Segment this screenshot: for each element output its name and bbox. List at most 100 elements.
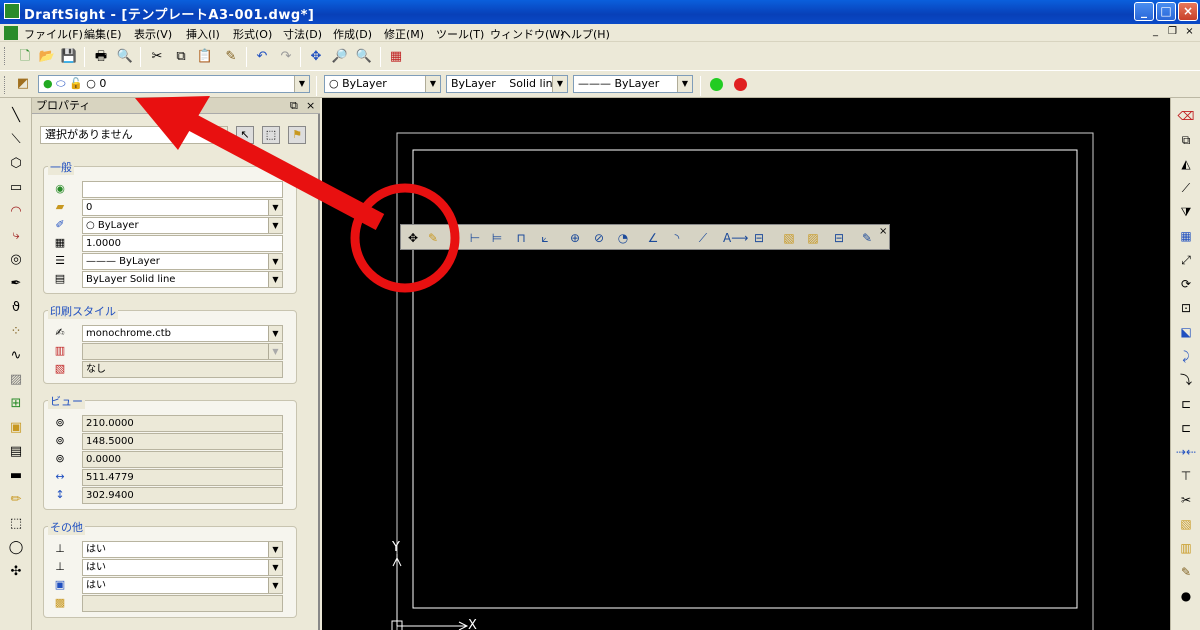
chevron-down-icon[interactable]: ▼	[268, 326, 282, 341]
continue-dimension-icon[interactable]: ⊓	[511, 228, 531, 248]
edit-polyline-icon[interactable]: ▥	[1175, 538, 1197, 558]
panel-float-icon[interactable]: ⧉	[290, 98, 298, 113]
menu-format[interactable]: 形式(O)	[233, 26, 272, 42]
spline-icon[interactable]: ✒	[6, 274, 26, 294]
ucs-icon-origin-field[interactable]: はい ▼	[82, 559, 283, 576]
chevron-down-icon[interactable]: ▼	[677, 76, 692, 92]
toolbar-grip[interactable]	[4, 47, 7, 65]
menu-modify[interactable]: 修正(M)	[384, 26, 424, 42]
chevron-down-icon[interactable]: ▼	[268, 272, 282, 287]
print-icon[interactable]: 🖶	[92, 48, 110, 66]
lineweight-field[interactable]: ——— ByLayer ▼	[82, 253, 283, 270]
revision-cloud-icon[interactable]: ⬚	[6, 514, 26, 534]
menu-view[interactable]: 表示(V)	[134, 26, 172, 42]
copy-icon[interactable]: ⧉	[172, 48, 190, 66]
mdi-minimize-button[interactable]: _	[1148, 25, 1163, 40]
menu-window[interactable]: ウィンドウ(W)	[490, 26, 564, 42]
edit-text-icon[interactable]: ✎	[1175, 562, 1197, 582]
undo-icon[interactable]: ↶	[253, 48, 271, 66]
new-file-icon[interactable]: 🗋	[16, 48, 34, 66]
fillet-icon[interactable]: ✂	[1175, 490, 1197, 510]
center-z-field[interactable]: 0.0000	[82, 451, 283, 468]
move-grip-icon[interactable]: ✥	[403, 228, 423, 248]
toolbar-grip[interactable]	[4, 76, 7, 94]
save-icon[interactable]: 💾	[60, 48, 78, 66]
color-field[interactable]	[82, 181, 283, 198]
layer-field[interactable]: 0 ▼	[82, 199, 283, 216]
minimize-button[interactable]: _	[1134, 2, 1154, 21]
chevron-down-icon[interactable]: ▼	[212, 127, 227, 143]
paste-icon[interactable]: 📋	[196, 48, 214, 66]
rotate-icon[interactable]: ⟳	[1175, 274, 1197, 294]
floating-dimension-toolbar[interactable]: ✥ ✎ ⟋ ⊢ ⊨ ⊓ ⟀ ⊕ ⊘ ◔ ∠ ◝ ⟋ A⟶ ⊟ ▧ ▨ ⊟ ✎ ×	[400, 224, 890, 250]
chevron-down-icon[interactable]: ▼	[268, 344, 282, 359]
chevron-down-icon[interactable]: ▼	[425, 76, 440, 92]
aligned-dimension-icon[interactable]: ⟋	[445, 228, 465, 248]
linetype-combo[interactable]: ByLayer Solid line ▼	[446, 75, 568, 93]
mdi-close-button[interactable]: ×	[1182, 25, 1197, 40]
arc-length-icon[interactable]: ◝	[667, 228, 687, 248]
chevron-down-icon[interactable]: ▼	[268, 560, 282, 575]
float-toolbar-close-icon[interactable]: ×	[879, 226, 887, 237]
open-folder-icon[interactable]: 📂	[38, 48, 56, 66]
menu-edit[interactable]: 編集(E)	[84, 26, 122, 42]
explode-icon[interactable]: ▧	[1175, 514, 1197, 534]
chevron-down-icon[interactable]: ▼	[268, 200, 282, 215]
chevron-down-icon[interactable]: ▼	[268, 578, 282, 593]
leader-icon[interactable]: ⟋	[693, 228, 713, 248]
radius-dimension-icon[interactable]: ◔	[613, 228, 633, 248]
chamfer-icon[interactable]: ⊏	[1175, 418, 1197, 438]
dimension-style-icon[interactable]: ▧	[779, 228, 799, 248]
print-style-field[interactable]: ▼	[82, 343, 283, 360]
zoom-previous-icon[interactable]: 🔍	[355, 48, 373, 66]
rectangle-icon[interactable]: ▭	[6, 178, 26, 198]
update-dimension-icon[interactable]: ⊟	[829, 228, 849, 248]
lineweight-combo[interactable]: ——— ByLayer ▼	[573, 75, 693, 93]
chevron-down-icon[interactable]: ▼	[268, 542, 282, 557]
layer-manager-icon[interactable]: ◩	[14, 75, 32, 93]
linecolor-field[interactable]: ○ ByLayer ▼	[82, 217, 283, 234]
insert-block-icon[interactable]: ⊞	[6, 394, 26, 414]
angular-dimension-icon[interactable]: ∠	[643, 228, 663, 248]
toggle-pickadd-icon[interactable]: ↖	[236, 126, 254, 144]
polygon-icon[interactable]: ⬡	[6, 154, 26, 174]
layer-combo[interactable]: ● ⬭ 🔓 ○ 0 ▼	[38, 75, 310, 93]
color-combo[interactable]: ○ ByLayer ▼	[324, 75, 441, 93]
properties-palette-icon[interactable]: ▦	[387, 48, 405, 66]
copy-entity-icon[interactable]: ⧉	[1175, 130, 1197, 150]
chevron-down-icon[interactable]: ▼	[268, 254, 282, 269]
linescale-field[interactable]: 1.0000	[82, 235, 283, 252]
quick-select-icon[interactable]: ⚑	[288, 126, 306, 144]
stretch-icon[interactable]: ⬕	[1175, 322, 1197, 342]
split-icon[interactable]: ⊤	[1175, 466, 1197, 486]
diameter-dimension-icon[interactable]: ⊘	[589, 228, 609, 248]
view-height-field[interactable]: 302.9400	[82, 487, 283, 504]
chevron-down-icon[interactable]: ▼	[552, 76, 567, 92]
center-x-field[interactable]: 210.0000	[82, 415, 283, 432]
bomb-icon[interactable]: ●	[1175, 586, 1197, 606]
extend-icon[interactable]: ⤵	[1175, 370, 1197, 390]
mirror-icon[interactable]: ◭	[1175, 154, 1197, 174]
smart-leader-icon[interactable]: A⟶	[723, 228, 748, 248]
linear-dimension-icon[interactable]: ⊢	[465, 228, 485, 248]
menu-help[interactable]: ヘルプ(H)	[560, 26, 610, 42]
zoom-realtime-icon[interactable]: 🔎	[331, 48, 349, 66]
panel-close-icon[interactable]: ×	[306, 98, 315, 113]
move-icon[interactable]: ⤢	[1175, 250, 1197, 270]
trim-icon[interactable]: ⤸	[1175, 346, 1197, 366]
simple-note-icon[interactable]: ▬	[6, 466, 26, 486]
chevron-down-icon[interactable]: ▼	[294, 76, 309, 92]
region-icon[interactable]: ▣	[6, 418, 26, 438]
menu-draw[interactable]: 作成(D)	[333, 26, 372, 42]
point-icon[interactable]: ⁘	[6, 322, 26, 342]
cloud-icon[interactable]: ✣	[6, 562, 26, 582]
scale-icon[interactable]: ⊡	[1175, 298, 1197, 318]
offset-icon[interactable]: ⟋	[1175, 178, 1197, 198]
mdi-restore-button[interactable]: ❐	[1165, 25, 1180, 40]
edit-dimension-icon[interactable]: ▨	[803, 228, 823, 248]
match-properties-icon[interactable]: ✎	[222, 48, 240, 66]
green-status-icon[interactable]	[710, 78, 723, 91]
pan-icon[interactable]: ✥	[307, 48, 325, 66]
maximize-button[interactable]: □	[1156, 2, 1176, 21]
center-mark-icon[interactable]: ⊕	[565, 228, 585, 248]
